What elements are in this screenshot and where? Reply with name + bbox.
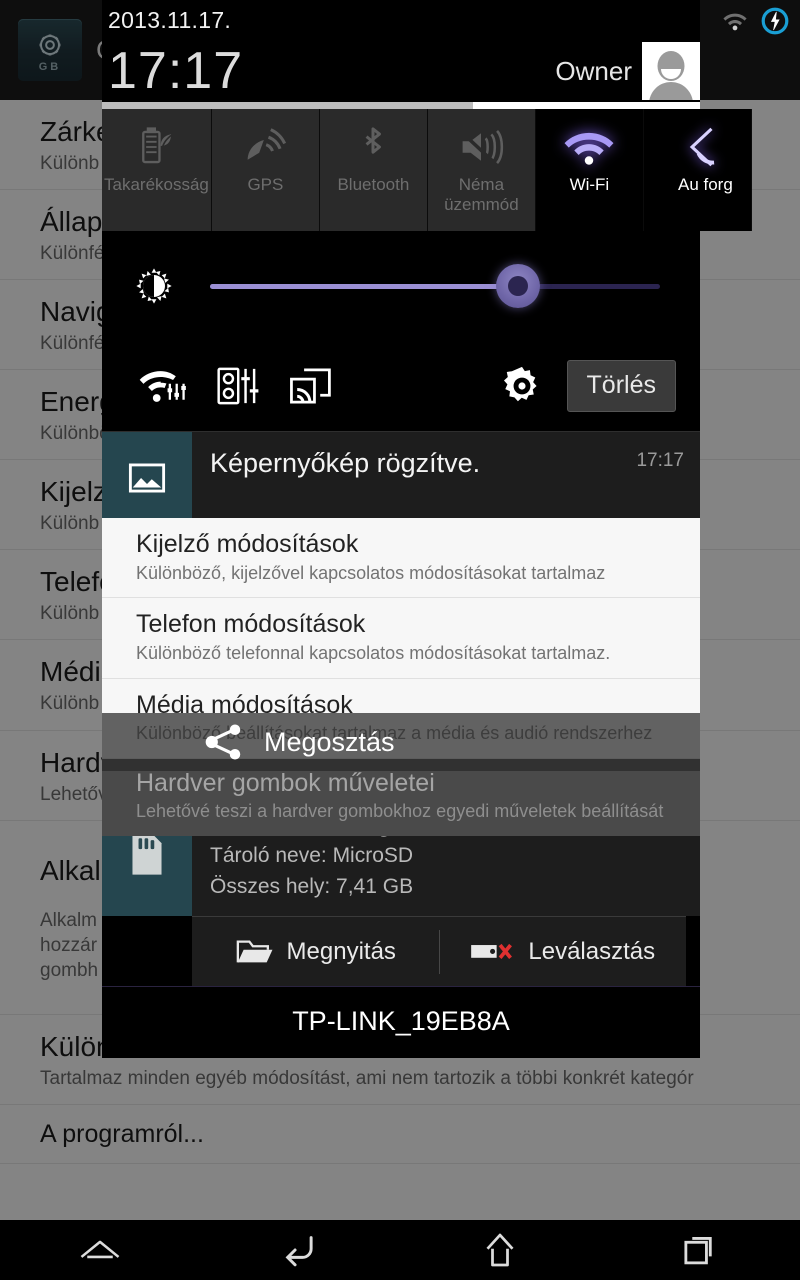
notification-actions: Megnyitás Leválasztás	[192, 916, 687, 987]
toggle-label: GPS	[247, 175, 284, 194]
gps-icon	[243, 123, 287, 171]
wifi-icon	[563, 123, 615, 171]
toggle-wifi[interactable]: Wi-Fi	[535, 109, 644, 231]
share-chooser-sheet: Kijelző módosítások Különböző, kijelzőve…	[102, 518, 700, 836]
toggle-label: Néma üzemmód	[444, 175, 519, 215]
quick-actions-row: Törlés	[102, 341, 700, 431]
battery-leaf-icon	[136, 123, 176, 171]
image-icon	[102, 432, 192, 523]
share-target-subtitle: Különböző, kijelzővel kapcsolatos módosí…	[136, 562, 606, 583]
avatar[interactable]	[642, 42, 700, 100]
mute-icon	[458, 123, 504, 171]
quick-toggles: Takarékosság GPS Bluetooth Néma üzemmód …	[102, 109, 752, 231]
clear-notifications-button[interactable]: Törlés	[566, 360, 676, 412]
share-icon	[205, 724, 241, 760]
wifi-settings-icon[interactable]	[126, 366, 200, 406]
screen: GB G Zárké Különb Állapo Különfé Navig K…	[0, 0, 800, 1280]
share-target-title: Telefon módosítások	[136, 610, 366, 639]
statusbar-icons	[722, 2, 790, 40]
toggle-label: Bluetooth	[337, 175, 410, 194]
toggle-gps[interactable]: GPS	[211, 109, 320, 231]
notification-line-2: Összes hely: 7,41 GB	[210, 874, 414, 898]
share-target-subtitle: Különböző telefonnal kapcsolatos módosít…	[136, 642, 611, 663]
brightness-slider[interactable]	[210, 264, 660, 308]
equalizer-icon[interactable]	[200, 364, 274, 408]
nav-recents-button[interactable]	[600, 1232, 800, 1268]
share-target-title: Kijelző módosítások	[136, 530, 359, 558]
wifi-icon	[723, 13, 747, 31]
notification-line-1: Tároló neve: MicroSD	[210, 843, 414, 867]
wifi-toast: TP-LINK_19EB8A	[102, 986, 700, 1059]
owner-label: Owner	[555, 55, 632, 86]
share-target-title: Hardver gombok műveletei	[136, 768, 435, 797]
brightness-icon	[124, 263, 184, 309]
action-label: Megnyitás	[286, 937, 396, 965]
notification-time: 17:17	[636, 450, 684, 471]
cast-icon[interactable]	[274, 365, 348, 407]
notification-screenshot[interactable]: Képernyőkép rögzítve. 17:17	[102, 431, 700, 523]
toggle-label: Takarékosság	[104, 175, 209, 194]
share-target-item[interactable]: Telefon módosítások Különböző telefonnal…	[102, 598, 700, 679]
action-label: Leválasztás	[528, 937, 656, 965]
gear-icon[interactable]	[485, 363, 559, 409]
action-open[interactable]: Megnyitás	[192, 937, 439, 967]
share-target-subtitle: Lehetővé teszi a hardver gombokhoz egyed…	[136, 801, 664, 822]
shade-status-bar: 2013.11.17.	[102, 0, 700, 40]
battery-charging-icon	[761, 7, 789, 35]
bluetooth-icon	[356, 123, 390, 171]
brightness-slider-handle[interactable]	[495, 264, 540, 308]
clock: 17:17	[108, 42, 244, 100]
share-target-item[interactable]: Kijelző módosítások Különböző, kijelzőve…	[102, 518, 700, 599]
toggle-auto-rotate[interactable]: Au forg	[643, 109, 752, 231]
toggle-bluetooth[interactable]: Bluetooth	[319, 109, 428, 231]
action-unmount[interactable]: Leválasztás	[440, 938, 687, 966]
nav-collapse-button[interactable]	[0, 1235, 200, 1265]
status-date: 2013.11.17.	[108, 6, 232, 33]
shade-header: 17:17 Owner	[102, 40, 700, 102]
nav-back-button[interactable]	[200, 1231, 400, 1269]
brightness-row	[102, 231, 700, 341]
toggle-label: Wi-Fi	[569, 175, 610, 194]
share-action-label: Megosztás	[264, 726, 395, 757]
auto-rotate-icon	[683, 123, 727, 171]
toggle-label: Au forg	[677, 175, 733, 194]
toggle-silent-mode[interactable]: Néma üzemmód	[427, 109, 536, 231]
notification-title: Képernyőkép rögzítve.	[210, 448, 481, 478]
nav-home-button[interactable]	[400, 1230, 600, 1270]
toggle-power-saving[interactable]: Takarékosság	[102, 109, 212, 231]
toggles-scroll-indicator[interactable]	[102, 102, 700, 109]
share-action-bar[interactable]: Megosztás	[102, 713, 700, 771]
navigation-bar	[0, 1220, 800, 1280]
